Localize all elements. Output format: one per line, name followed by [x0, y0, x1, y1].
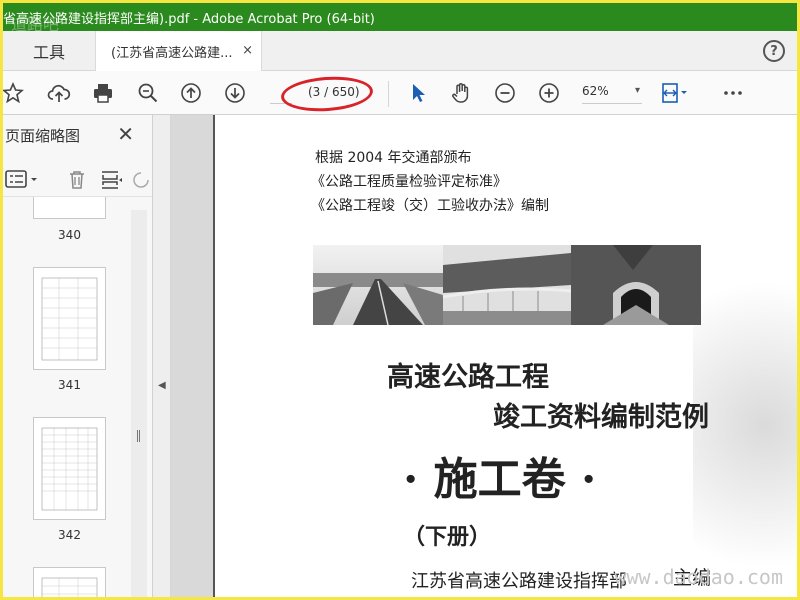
collapse-arrow-icon[interactable]: ◀ — [158, 380, 166, 391]
page-down-icon[interactable] — [223, 81, 247, 105]
scroll-grip-icon[interactable] — [137, 430, 140, 442]
toolbar-divider — [388, 81, 389, 107]
site-watermark: www.daodao.com — [614, 565, 783, 589]
title-bar: 省高速公路建设指挥部主编).pdf - Adobe Acrobat Pro (6… — [3, 3, 797, 31]
page-thumbnail[interactable] — [33, 417, 106, 520]
tab-document-label: (江苏省高速公路建... — [111, 45, 233, 61]
star-icon[interactable] — [3, 81, 25, 105]
main-toolbar: (3 / 650) 62% ▾ — [3, 71, 797, 115]
zoom-search-icon[interactable] — [136, 81, 160, 105]
thumbnail-table-preview — [41, 577, 98, 597]
trash-icon[interactable] — [65, 168, 89, 192]
zoom-select[interactable]: 62% ▾ — [582, 84, 642, 104]
zoom-out-icon[interactable] — [493, 81, 517, 105]
thumbnail-label: 342 — [58, 528, 81, 542]
zoom-in-icon[interactable] — [537, 81, 561, 105]
thumbnail-table-preview — [41, 277, 98, 361]
panel-title: 页面缩略图 — [5, 127, 81, 145]
bridge-photo — [442, 245, 572, 325]
subtitle-line-3: 《公路工程竣（交）工验收办法》编制 — [311, 198, 549, 214]
cover-title-2: 竣工资料编制范例 — [493, 402, 709, 433]
zoom-value: 62% — [582, 84, 609, 98]
page-up-icon[interactable] — [179, 81, 203, 105]
thumbnail-options-icon[interactable] — [5, 169, 39, 191]
select-pointer-icon[interactable] — [406, 81, 430, 105]
rotate-icon[interactable] — [131, 168, 151, 192]
close-tab-icon[interactable]: × — [242, 43, 253, 58]
acrobat-window: 省高速公路建设指挥部主编).pdf - Adobe Acrobat Pro (6… — [3, 3, 797, 597]
page-thumbnail[interactable] — [33, 267, 106, 370]
cover-title-4: （下册） — [403, 524, 492, 550]
panel-toolbar — [3, 163, 152, 197]
thumbnail-label: 340 — [58, 228, 81, 242]
panel-collapse-strip[interactable]: ◀ — [153, 115, 171, 597]
tunnel-photo — [571, 245, 701, 325]
close-panel-icon[interactable]: ✕ — [117, 122, 134, 146]
insert-page-icon[interactable] — [99, 168, 123, 192]
subtitle-line-2: 《公路工程质量检验评定标准》 — [311, 174, 507, 190]
thumbnail-table-preview — [41, 427, 98, 511]
page-thumbnail[interactable] — [33, 197, 106, 219]
document-view[interactable]: 根据 2004 年交通部颁布 《公路工程质量检验评定标准》 《公路工程竣（交）工… — [171, 115, 797, 597]
help-icon[interactable]: ? — [763, 40, 785, 62]
subtitle-line-1: 根据 2004 年交通部颁布 — [315, 150, 472, 166]
tab-tools[interactable]: 工具 — [3, 31, 96, 71]
page-thumbnail[interactable] — [33, 567, 106, 597]
hand-tool-icon[interactable] — [449, 81, 473, 105]
print-icon[interactable] — [91, 81, 115, 105]
thumbnails-panel: 页面缩略图 ✕ 340 341 342 — [3, 115, 153, 597]
editor-name: 江苏省高速公路建设指挥部 — [411, 571, 627, 592]
panel-scrollbar[interactable] — [131, 210, 147, 597]
pdf-page: 根据 2004 年交通部颁布 《公路工程质量检验评定标准》 《公路工程竣（交）工… — [213, 115, 797, 597]
title-watermark: 道路吧 — [11, 15, 60, 31]
red-annotation-circle — [279, 73, 375, 115]
tab-bar: 工具 (江苏省高速公路建... × ? — [3, 31, 797, 71]
thumbnail-label: 341 — [58, 378, 81, 392]
chevron-down-icon: ▾ — [634, 85, 640, 96]
more-icon[interactable] — [721, 81, 745, 105]
fit-page-icon[interactable] — [660, 81, 690, 105]
cover-title-3: · 施工卷 · — [403, 454, 597, 505]
cover-photos — [313, 245, 701, 325]
cloud-upload-icon[interactable] — [47, 81, 71, 105]
highway-photo — [313, 245, 443, 325]
tab-document[interactable]: (江苏省高速公路建... × — [96, 31, 262, 71]
cover-title-1: 高速公路工程 — [387, 362, 549, 393]
